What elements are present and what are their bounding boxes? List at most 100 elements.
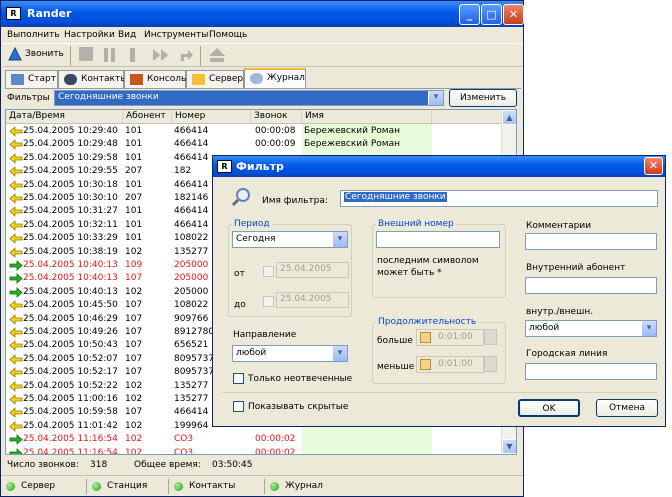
incoming-call-icon [9, 166, 23, 178]
tab-start[interactable]: Старт [5, 70, 58, 89]
internal-subscriber-input[interactable] [525, 277, 657, 294]
pause-icon[interactable] [103, 47, 117, 63]
scroll-up-icon[interactable]: ▲ [502, 110, 516, 125]
ok-button[interactable]: OK [518, 399, 580, 417]
tab-contacts[interactable]: Контакты [58, 70, 127, 89]
from-date-checkbox[interactable] [263, 266, 274, 277]
menu-item-settings[interactable]: Настройки [64, 30, 115, 40]
less-duration-field[interactable]: 0:01:00 [416, 356, 484, 373]
int-ext-label: внутр./внешн. [526, 307, 594, 317]
filters-label: Фильтры [7, 93, 50, 103]
server-icon [192, 74, 205, 85]
col-subscriber[interactable]: Абонент [123, 110, 172, 124]
direction-select[interactable]: любой ▾ [232, 345, 348, 362]
incoming-call-icon [9, 246, 23, 258]
incoming-call-icon [9, 353, 23, 365]
cell-ab: 102 [125, 434, 143, 445]
tab-journal[interactable]: Журнал [244, 68, 306, 89]
col-call[interactable]: Звонок [251, 110, 302, 124]
dialog-close-button[interactable]: ✕ [644, 157, 663, 175]
redirect-icon[interactable] [178, 47, 194, 63]
maximize-button[interactable]: □ [481, 4, 502, 25]
cancel-button[interactable]: Отмена [596, 399, 658, 417]
cell-ab: 109 [125, 260, 143, 270]
cell-ab: 101 [125, 206, 143, 217]
int-ext-select[interactable]: любой ▾ [525, 320, 657, 337]
less-duration-spinner[interactable] [484, 356, 497, 372]
from-date-field[interactable]: 25.04.2005 [276, 262, 349, 278]
stop-icon[interactable] [79, 47, 93, 61]
to-date-checkbox[interactable] [263, 296, 274, 307]
call-button[interactable]: Звонить [25, 49, 64, 59]
app-icon: R [6, 7, 21, 20]
chevron-down-icon[interactable]: ▾ [332, 346, 347, 361]
cell-dt: 25.04.2005 10:30:10 [23, 193, 118, 203]
cell-dt: 25.04.2005 11:00:16 [23, 394, 118, 404]
cell-ab: 107 [125, 367, 143, 378]
cell-dt: 25.04.2005 10:40:13 [23, 273, 118, 284]
outgoing-call-icon [9, 260, 23, 271]
tab-console[interactable]: Консоль [124, 70, 186, 89]
show-hidden-checkbox[interactable] [233, 401, 244, 412]
cell-dt: 25.04.2005 10:30:18 [23, 179, 118, 190]
hold-icon[interactable] [128, 47, 138, 63]
table-row[interactable]: 25.04.2005 11:16:54 102 CO3 00:00:02 [6, 432, 502, 446]
incoming-call-icon [9, 179, 23, 191]
menu-item-view[interactable]: Вид [118, 30, 136, 40]
dialog-title-bar[interactable]: R Фильтр ✕ [213, 156, 665, 177]
cell-ab: 101 [125, 179, 143, 190]
table-row[interactable]: 25.04.2005 10:29:40 101 466414 00:00:08 Бере… [6, 124, 502, 138]
table-row[interactable]: 25.04.2005 10:29:48 101 466414 00:00:09 Бере… [6, 137, 502, 151]
col-name[interactable]: Имя [302, 110, 432, 124]
chevron-down-icon[interactable]: ▾ [332, 232, 347, 247]
total-time-value: 03:50:45 [212, 460, 253, 470]
forward-icon[interactable] [152, 47, 170, 63]
more-duration-field[interactable]: 0:01:00 [416, 329, 484, 346]
minimize-button[interactable]: _ [459, 4, 480, 25]
chevron-down-icon[interactable]: ▾ [641, 321, 656, 336]
incoming-call-icon [9, 126, 23, 137]
unanswered-checkbox[interactable] [233, 373, 244, 384]
from-label: от [234, 269, 245, 279]
cell-dt: 25.04.2005 10:52:22 [23, 380, 118, 391]
pickup-icon[interactable] [208, 47, 226, 63]
cell-dt: 25.04.2005 10:52:17 [23, 367, 118, 378]
cell-ab: 102 [125, 246, 143, 257]
menu-item-tools[interactable]: Инструменты [144, 30, 208, 40]
title-bar[interactable]: R Rander _ □ ✕ [1, 1, 524, 27]
calls-count-value: 318 [90, 460, 108, 470]
city-line-input[interactable] [525, 363, 657, 380]
cell-dt: 25.04.2005 10:29:40 [23, 126, 118, 136]
col-number[interactable]: Номер [172, 110, 251, 124]
cell-dt: 25.04.2005 10:29:55 [23, 166, 118, 177]
cell-dt: 25.04.2005 10:45:50 [23, 300, 118, 311]
table-row[interactable]: 25.04.2005 11:16:54 102 CO3 00:00:02 [6, 446, 502, 454]
table-header: Дата/Время Абонент Номер Звонок Имя [6, 110, 502, 124]
menu-item-help[interactable]: Помощь [209, 30, 247, 40]
tab-server[interactable]: Сервер [186, 70, 244, 89]
filter-name-label: Имя фильтра: [262, 196, 328, 206]
clock-icon [420, 332, 431, 343]
incoming-call-icon [9, 380, 23, 392]
edit-filter-button[interactable]: Изменить [449, 89, 517, 107]
incoming-call-icon [9, 152, 23, 164]
external-number-input[interactable] [376, 231, 500, 248]
comments-input[interactable] [525, 233, 657, 250]
status-contacts: Контакты [168, 479, 266, 494]
close-button[interactable]: ✕ [503, 4, 524, 25]
more-duration-spinner[interactable] [484, 329, 497, 345]
cell-ab: 107 [125, 300, 143, 311]
incoming-call-icon [9, 394, 23, 405]
filter-name-input[interactable]: Сегодняшние звонки [340, 190, 658, 207]
scroll-down-icon[interactable]: ▼ [502, 439, 516, 454]
menu-item-run[interactable]: Выполнить [7, 30, 60, 40]
to-date-field[interactable]: 25.04.2005 [276, 292, 349, 308]
app-icon: R [217, 160, 232, 173]
duration-label: Продолжительность [376, 317, 479, 327]
period-select[interactable]: Сегодня ▾ [232, 231, 348, 248]
cell-name: Бережевский Роман [304, 139, 400, 150]
cell-dt: 25.04.2005 10:49:26 [23, 327, 118, 337]
col-datetime[interactable]: Дата/Время [6, 110, 123, 124]
filter-combobox[interactable]: Сегодняшние звонки ▾ [54, 90, 444, 106]
chevron-down-icon[interactable]: ▾ [428, 91, 443, 105]
